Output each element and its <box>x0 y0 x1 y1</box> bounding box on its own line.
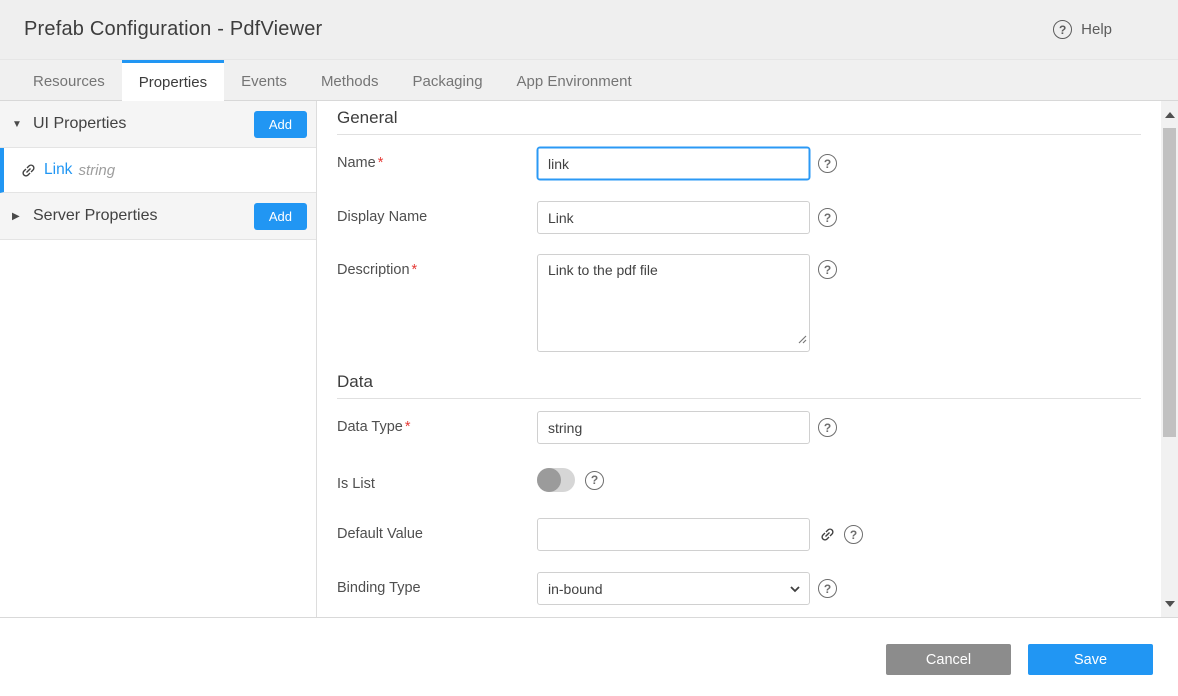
data-type-label: Data Type* <box>337 411 537 435</box>
tab-resources[interactable]: Resources <box>16 60 122 100</box>
bind-variable-link-icon[interactable] <box>819 526 836 543</box>
required-asterisk: * <box>378 155 384 171</box>
section-general-title: General <box>337 108 1141 135</box>
required-asterisk: * <box>412 262 418 278</box>
collapse-caret-icon: ▼ <box>12 119 33 130</box>
binding-type-field-row: Binding Type in-bound ? <box>337 572 1141 605</box>
is-list-field-row: Is List ? <box>337 468 1141 492</box>
save-button[interactable]: Save <box>1028 644 1153 675</box>
property-form: General Name* ? Display Name ? Descripti… <box>317 101 1161 617</box>
data-type-field-row: Data Type* ? <box>337 411 1141 444</box>
display-name-label: Display Name <box>337 201 537 225</box>
tab-properties[interactable]: Properties <box>122 60 224 101</box>
name-field-row: Name* ? <box>337 147 1141 180</box>
data-type-input[interactable] <box>537 411 810 444</box>
property-item-type: string <box>78 162 115 179</box>
tab-events[interactable]: Events <box>224 60 304 100</box>
tab-methods[interactable]: Methods <box>304 60 396 100</box>
property-item-name: Link <box>44 161 72 179</box>
help-question-icon: ? <box>1053 20 1072 39</box>
dialog-footer: Cancel Save <box>0 617 1178 696</box>
display-name-help-icon[interactable]: ? <box>818 208 837 227</box>
binding-type-select[interactable]: in-bound <box>537 572 810 605</box>
description-textarea[interactable]: Link to the pdf file <box>537 254 810 352</box>
help-label: Help <box>1081 21 1112 38</box>
name-help-icon[interactable]: ? <box>818 154 837 173</box>
binding-type-help-icon[interactable]: ? <box>818 579 837 598</box>
triangle-up-icon <box>1165 112 1175 118</box>
cancel-button[interactable]: Cancel <box>886 644 1011 675</box>
data-type-help-icon[interactable]: ? <box>818 418 837 437</box>
dialog-body: ▼ UI Properties Add Link string ▶ Server… <box>0 101 1178 617</box>
property-item-link[interactable]: Link string <box>0 148 316 193</box>
properties-sidebar: ▼ UI Properties Add Link string ▶ Server… <box>0 101 317 617</box>
server-properties-group-header[interactable]: ▶ Server Properties Add <box>0 193 316 240</box>
prefab-configuration-dialog: Prefab Configuration - PdfViewer ? Help … <box>0 0 1178 696</box>
name-label: Name* <box>337 147 537 171</box>
dialog-title: Prefab Configuration - PdfViewer <box>24 18 322 41</box>
server-properties-label: Server Properties <box>33 207 254 225</box>
tab-app-environment[interactable]: App Environment <box>500 60 649 100</box>
default-value-label: Default Value <box>337 518 537 542</box>
is-list-label: Is List <box>337 468 537 492</box>
required-asterisk: * <box>405 419 411 435</box>
default-value-field-row: Default Value ? <box>337 518 1141 551</box>
description-help-icon[interactable]: ? <box>818 260 837 279</box>
add-server-property-button[interactable]: Add <box>254 203 307 230</box>
tab-packaging[interactable]: Packaging <box>395 60 499 100</box>
description-label: Description* <box>337 254 537 278</box>
display-name-input[interactable] <box>537 201 810 234</box>
scrollbar-down-button[interactable] <box>1161 595 1178 612</box>
default-value-input[interactable] <box>537 518 810 551</box>
dialog-header: Prefab Configuration - PdfViewer ? Help <box>0 0 1178 60</box>
add-ui-property-button[interactable]: Add <box>254 111 307 138</box>
triangle-down-icon <box>1165 601 1175 607</box>
ui-properties-label: UI Properties <box>33 115 254 133</box>
expand-caret-icon: ▶ <box>12 211 33 222</box>
name-input[interactable] <box>537 147 810 180</box>
ui-properties-group-header[interactable]: ▼ UI Properties Add <box>0 101 316 148</box>
is-list-toggle[interactable] <box>537 468 575 492</box>
help-button[interactable]: ? Help <box>1053 20 1112 39</box>
display-name-field-row: Display Name ? <box>337 201 1141 234</box>
link-chain-icon <box>20 162 37 179</box>
vertical-scrollbar[interactable] <box>1161 101 1178 617</box>
is-list-help-icon[interactable]: ? <box>585 471 604 490</box>
tab-bar: Resources Properties Events Methods Pack… <box>0 60 1178 101</box>
section-data-title: Data <box>337 372 1141 399</box>
scrollbar-up-button[interactable] <box>1161 106 1178 123</box>
default-value-help-icon[interactable]: ? <box>844 525 863 544</box>
description-field-row: Description* Link to the pdf file ? <box>337 254 1141 352</box>
scrollbar-thumb[interactable] <box>1163 128 1176 437</box>
toggle-knob <box>537 468 561 492</box>
binding-type-label: Binding Type <box>337 572 537 596</box>
